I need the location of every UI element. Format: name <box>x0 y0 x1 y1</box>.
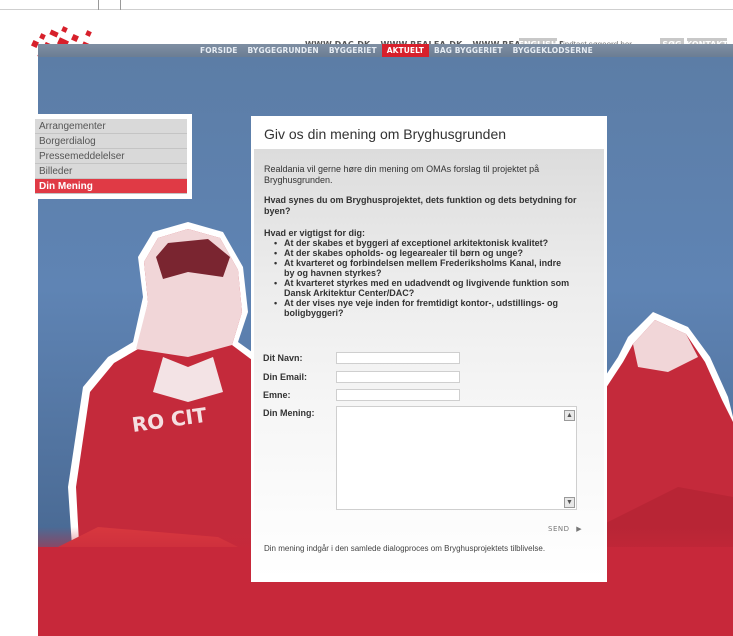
logo-shape <box>39 33 46 40</box>
list-item: At der skabes et byggeri af exceptionel … <box>264 238 574 248</box>
page-title: Giv os din mening om Bryghusgrunden <box>264 126 507 142</box>
question-text: Hvad synes du om Bryghusprojektet, dets … <box>264 195 577 216</box>
tab-forside[interactable]: FORSIDE <box>195 44 243 57</box>
footer-note: Din mening indgår i den samlede dialogpr… <box>264 544 546 553</box>
name-field[interactable] <box>336 352 460 364</box>
tab-byggeklodserne[interactable]: BYGGEKLODSERNE <box>508 44 598 57</box>
sidebar-item-pressemeddelelser[interactable]: Pressemeddelelser <box>35 149 187 164</box>
tab-byggegrunden[interactable]: BYGGEGRUNDEN <box>243 44 324 57</box>
sidebar: Arrangementer Borgerdialog Pressemeddele… <box>32 116 190 197</box>
sidebar-item-din-mening[interactable]: Din Mening <box>35 179 187 194</box>
list-item: At der skabes opholds- og legearealer ti… <box>264 248 574 258</box>
sidebar-item-borgerdialog[interactable]: Borgerdialog <box>35 134 187 149</box>
sidebar-item-billeder[interactable]: Billeder <box>35 164 187 179</box>
message-label: Din Mening: <box>263 408 315 418</box>
main-nav: FORSIDE BYGGEGRUNDEN BYGGERIET AKTUELT B… <box>38 44 733 57</box>
scroll-down-icon[interactable]: ▼ <box>564 497 575 508</box>
arrow-right-icon: ▶ <box>576 525 583 533</box>
send-label: SEND <box>548 525 570 533</box>
tab-byggeriet[interactable]: BYGGERIET <box>324 44 382 57</box>
subject-field[interactable] <box>336 389 460 401</box>
send-button[interactable]: SEND ▶ <box>548 525 582 533</box>
divider <box>98 0 99 10</box>
sidebar-item-arrangementer[interactable]: Arrangementer <box>35 119 187 134</box>
email-field[interactable] <box>336 371 460 383</box>
tab-aktuelt[interactable]: AKTUELT <box>381 44 430 57</box>
logo-shape <box>61 26 68 33</box>
message-field[interactable] <box>336 406 577 510</box>
logo-shape <box>71 34 79 42</box>
logo-shape <box>85 30 92 37</box>
logo-shape <box>49 29 59 38</box>
list-item: At kvarteret styrkes med en udadvendt og… <box>264 278 574 298</box>
divider <box>120 0 121 10</box>
scroll-up-icon[interactable]: ▲ <box>564 410 575 421</box>
subject-label: Emne: <box>263 390 291 400</box>
list-item: At der vises nye veje inden for fremtidi… <box>264 298 574 318</box>
browser-top-strip <box>0 0 733 10</box>
name-label: Dit Navn: <box>263 353 303 363</box>
tab-bag-byggeriet[interactable]: BAG BYGGERIET <box>429 44 508 57</box>
priority-list: At der skabes et byggeri af exceptionel … <box>264 238 574 318</box>
email-label: Din Email: <box>263 372 308 382</box>
list-item: At kvarteret og forbindelsen mellem Fred… <box>264 258 574 278</box>
intro-text: Realdania vil gerne høre din mening om O… <box>264 164 540 185</box>
